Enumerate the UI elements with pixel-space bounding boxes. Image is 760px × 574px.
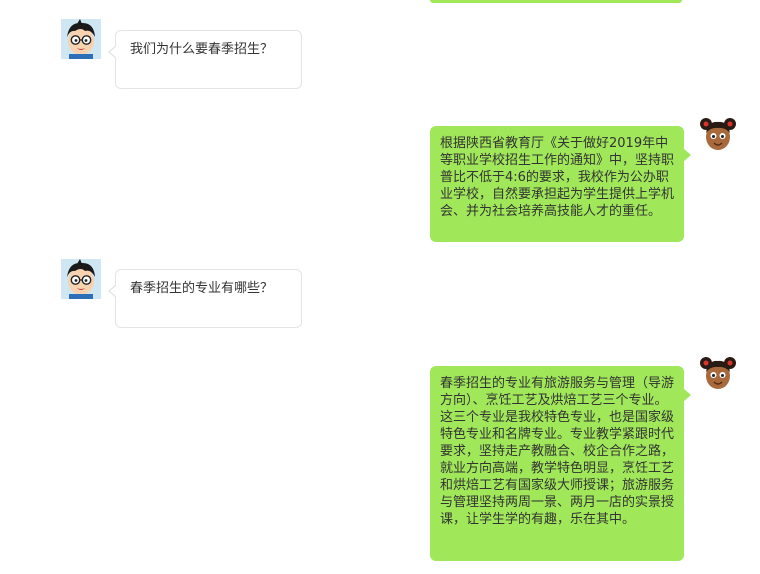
boy-glasses-avatar-svg (61, 259, 101, 299)
message-text: 我们为什么要春季招生？ (130, 42, 274, 57)
girl-dark-avatar-svg (698, 354, 738, 394)
boy-glasses-avatar-icon[interactable] (61, 259, 101, 299)
boy-glasses-avatar-icon[interactable] (61, 19, 101, 59)
message-text: 春季招生的专业有哪些？ (130, 281, 274, 296)
message-bubble[interactable]: 根据陕西省教育厅《关于做好2019年中等职业学校招生工作的通知》中，坚持职普比不… (430, 126, 691, 242)
message-bubble[interactable]: 春季招生的专业有旅游服务与管理（导游方向）、烹饪工艺及烘焙工艺三个专业。这三个专… (430, 366, 691, 561)
chat-thread: 我们为什么要春季招生？ 根据陕西省教育厅《关于做好2019年中等职业学校招生工作… (0, 0, 760, 574)
message-bubble[interactable]: 春季招生的专业有哪些？ (108, 269, 302, 328)
girl-dark-avatar-svg (698, 115, 738, 155)
message-text: 根据陕西省教育厅《关于做好2019年中等职业学校招生工作的通知》中，坚持职普比不… (440, 136, 675, 219)
message-bubble[interactable]: 我们为什么要春季招生？ (108, 30, 302, 89)
girl-dark-avatar-icon[interactable] (698, 354, 738, 394)
previous-message-bubble-fragment (430, 0, 682, 3)
girl-dark-avatar-icon[interactable] (698, 115, 738, 155)
boy-glasses-avatar-svg (61, 19, 101, 59)
message-text: 春季招生的专业有旅游服务与管理（导游方向）、烹饪工艺及烘焙工艺三个专业。这三个专… (440, 376, 675, 527)
